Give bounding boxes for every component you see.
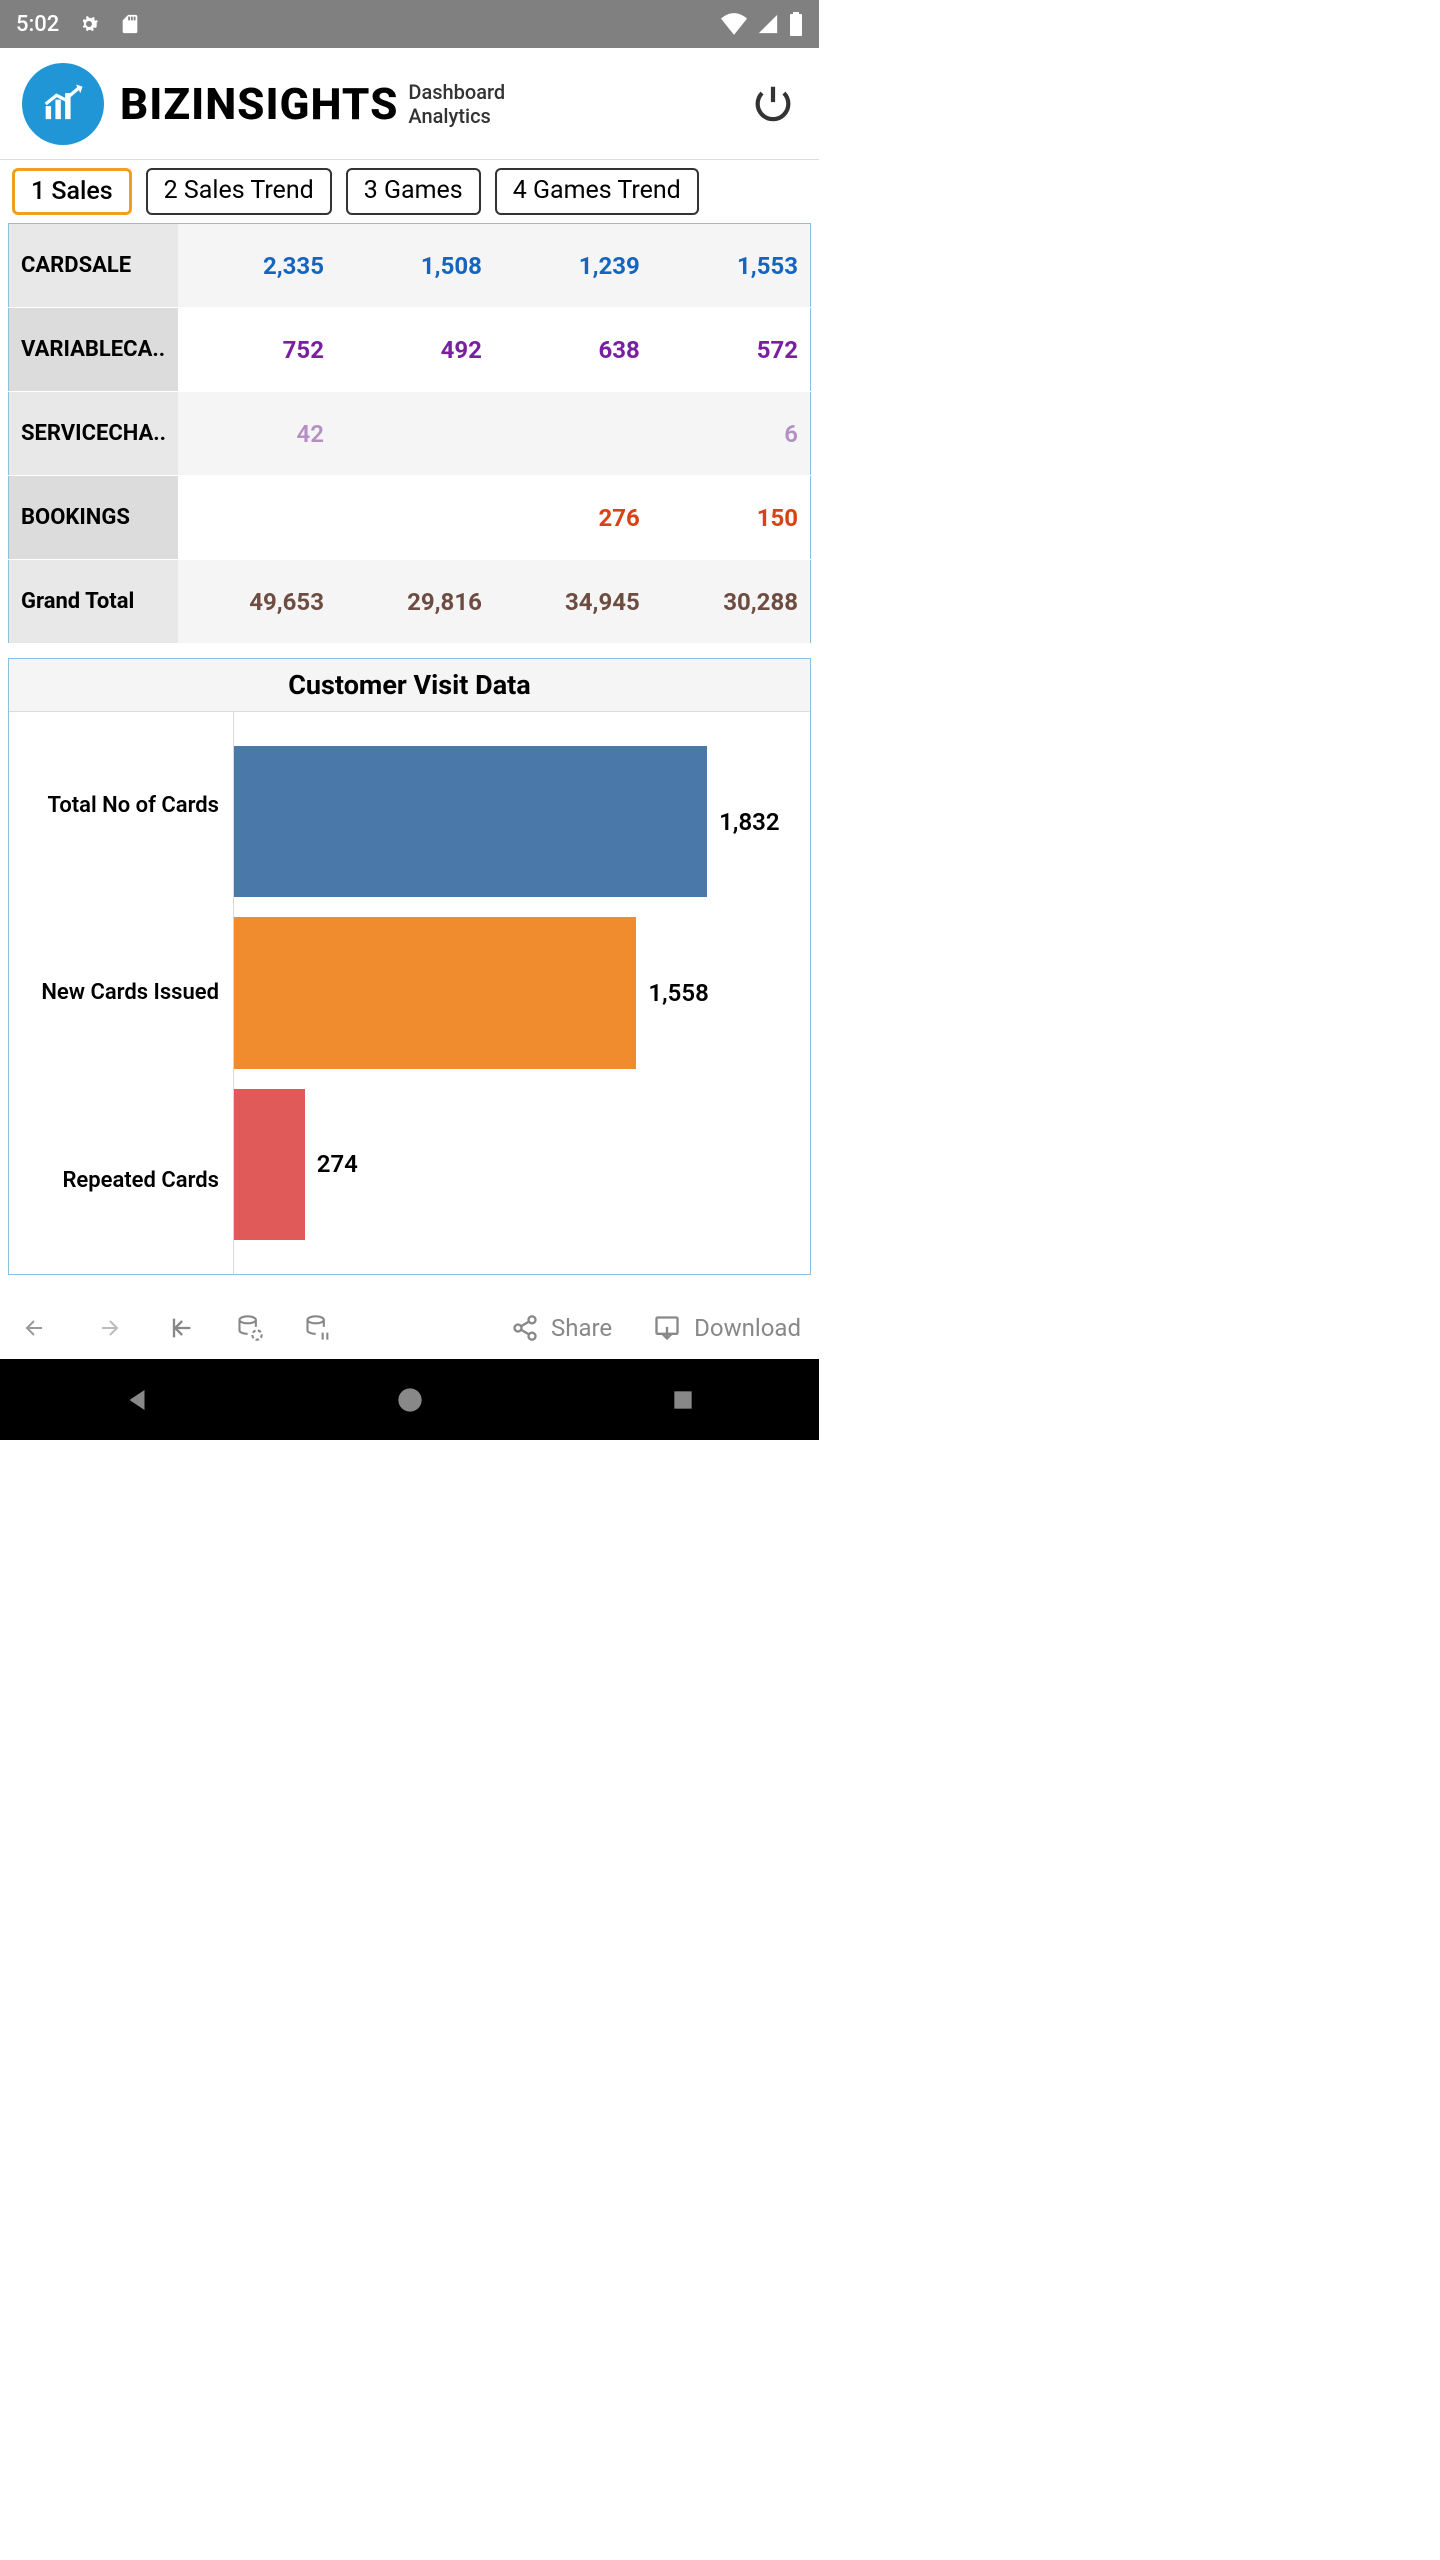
table-row: Grand Total49,65329,81634,94530,288 [9, 560, 811, 644]
bar-row: 274 [234, 1079, 810, 1250]
cell-value: 42 [178, 392, 336, 476]
cell-value: 492 [336, 308, 494, 392]
cell-value [178, 476, 336, 560]
cell-value [494, 392, 652, 476]
bottom-toolbar: Share Download [0, 1297, 819, 1359]
cell-value: 49,653 [178, 560, 336, 644]
share-label: Share [551, 1314, 612, 1342]
cell-value: 30,288 [652, 560, 811, 644]
brand-logo-icon [22, 63, 104, 145]
chart-category-label: Total No of Cards [9, 712, 233, 899]
sd-card-icon [119, 13, 141, 35]
chart-container: Customer Visit Data Total No of CardsNew… [8, 658, 811, 1275]
cell-value: 638 [494, 308, 652, 392]
cell-value: 150 [652, 476, 811, 560]
cell-value [336, 476, 494, 560]
row-label: CARDSALE [9, 224, 179, 308]
row-label: Grand Total [9, 560, 179, 644]
bar-row: 1,832 [234, 736, 810, 907]
battery-icon [789, 12, 803, 36]
brand-sub1: Dashboard [408, 80, 505, 104]
share-button[interactable]: Share [511, 1314, 612, 1342]
bar-value-label: 274 [317, 1150, 358, 1178]
cell-value: 276 [494, 476, 652, 560]
nav-back-button[interactable] [119, 1382, 155, 1418]
bar-row: 1,558 [234, 907, 810, 1078]
bar-value-label: 1,558 [648, 979, 708, 1007]
app-header: BIZINSIGHTS Dashboard Analytics [0, 48, 819, 160]
chart-title: Customer Visit Data [9, 659, 810, 712]
db-refresh-icon[interactable] [236, 1313, 264, 1343]
brand-sub2: Analytics [408, 104, 505, 128]
table-row: VARIABLECA..752492638572 [9, 308, 811, 392]
power-button[interactable] [749, 80, 797, 128]
cell-value [336, 392, 494, 476]
tab-games[interactable]: 3 Games [346, 168, 481, 215]
bar [234, 917, 636, 1068]
settings-icon [77, 12, 101, 36]
cell-value: 29,816 [336, 560, 494, 644]
download-button[interactable]: Download [652, 1314, 801, 1342]
sales-table: CARDSALE2,3351,5081,2391,553VARIABLECA..… [8, 223, 811, 644]
nav-recent-button[interactable] [665, 1382, 701, 1418]
tab-sales-trend[interactable]: 2 Sales Trend [146, 168, 332, 215]
row-label: SERVICECHA.. [9, 392, 179, 476]
table-row: SERVICECHA..42 6 [9, 392, 811, 476]
chart-category-label: New Cards Issued [9, 899, 233, 1086]
db-pause-icon[interactable] [304, 1313, 332, 1343]
bar [234, 1089, 305, 1240]
brand: BIZINSIGHTS Dashboard Analytics [22, 63, 505, 145]
cell-value: 572 [652, 308, 811, 392]
table-row: BOOKINGS 276150 [9, 476, 811, 560]
cell-value: 6 [652, 392, 811, 476]
row-label: BOOKINGS [9, 476, 179, 560]
tab-sales[interactable]: 1 Sales [12, 168, 132, 215]
row-label: VARIABLECA.. [9, 308, 179, 392]
nav-home-button[interactable] [392, 1382, 428, 1418]
wifi-icon [721, 13, 747, 35]
nav-forward-icon[interactable] [92, 1316, 126, 1340]
bar-value-label: 1,832 [719, 808, 779, 836]
bar [234, 746, 707, 897]
cell-value: 1,239 [494, 224, 652, 308]
cell-value: 1,553 [652, 224, 811, 308]
brand-name: BIZINSIGHTS [120, 78, 398, 130]
tab-games-trend[interactable]: 4 Games Trend [495, 168, 699, 215]
download-label: Download [694, 1314, 801, 1342]
cell-value: 34,945 [494, 560, 652, 644]
status-time: 5:02 [16, 12, 59, 37]
nav-first-icon[interactable] [166, 1314, 196, 1342]
chart-category-label: Repeated Cards [9, 1087, 233, 1274]
signal-icon [757, 13, 779, 35]
cell-value: 2,335 [178, 224, 336, 308]
status-bar: 5:02 [0, 0, 819, 48]
cell-value: 752 [178, 308, 336, 392]
nav-back-icon[interactable] [18, 1316, 52, 1340]
android-nav-bar [0, 1359, 819, 1440]
table-row: CARDSALE2,3351,5081,2391,553 [9, 224, 811, 308]
tabs-row: 1 Sales 2 Sales Trend 3 Games 4 Games Tr… [0, 160, 819, 223]
cell-value: 1,508 [336, 224, 494, 308]
